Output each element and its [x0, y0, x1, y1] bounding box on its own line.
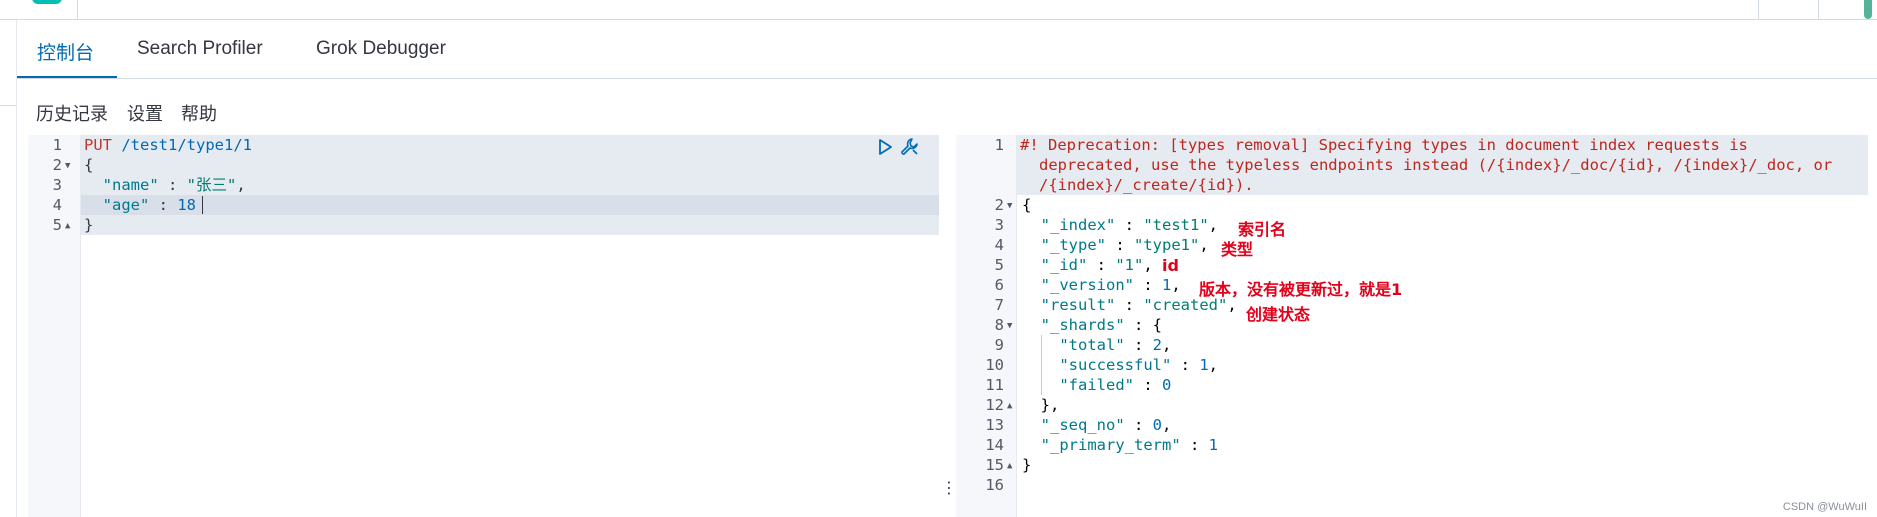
line-number: 4 — [994, 236, 1004, 254]
fold-arrow-up-icon[interactable]: ▲ — [1007, 461, 1012, 471]
annotation-id: id — [1162, 256, 1179, 275]
code-line: { — [84, 156, 94, 174]
code-line: "_index" : "test1", — [1040, 216, 1218, 234]
code-line: "result" : "created", — [1040, 296, 1237, 314]
line-number: 15 — [985, 456, 1004, 474]
code-line: }, — [1040, 396, 1060, 414]
code-line: } — [84, 216, 94, 234]
line-number: 6 — [994, 276, 1004, 294]
code-line: { — [1022, 196, 1032, 214]
deprecation-warning: #! Deprecation: [types removal] Specifyi… — [1020, 136, 1748, 154]
settings-link[interactable]: 设置 — [127, 100, 163, 126]
line-number: 5 — [994, 256, 1004, 274]
request-gutter: 1 2 ▼ 3 4 5 ▲ — [28, 135, 81, 517]
line-number: 1 — [52, 136, 62, 154]
line-number: 2 — [52, 156, 62, 174]
active-tab-indicator — [17, 76, 117, 78]
pane-resize-handle[interactable]: ⋮ — [941, 478, 957, 500]
line-number: 16 — [985, 476, 1004, 494]
line-number: 1 — [994, 136, 1004, 154]
code-line: "_primary_term" : 1 — [1040, 436, 1218, 454]
line-number: 10 — [985, 356, 1004, 374]
play-icon[interactable] — [875, 137, 895, 157]
top-nav-bar — [0, 0, 1877, 20]
scroll-indicator — [1864, 0, 1872, 19]
line-number: 13 — [985, 416, 1004, 434]
request-path: /test1/type1/1 — [121, 136, 252, 154]
line-number: 2 — [994, 196, 1004, 214]
line-number: 5 — [52, 216, 62, 234]
help-link[interactable]: 帮助 — [181, 100, 217, 126]
left-rail — [0, 20, 17, 517]
line-number: 8 — [994, 316, 1004, 334]
fold-arrow-down-icon[interactable]: ▼ — [1007, 201, 1012, 211]
fold-arrow-down-icon[interactable]: ▼ — [65, 161, 70, 171]
code-line: "_seq_no" : 0, — [1040, 416, 1172, 434]
line-number: 9 — [994, 336, 1004, 354]
code-line: "_type" : "type1", — [1040, 236, 1209, 254]
topbar-divider — [1818, 0, 1819, 19]
history-link[interactable]: 历史记录 — [36, 100, 108, 126]
http-method: PUT — [84, 136, 112, 154]
fold-arrow-down-icon[interactable]: ▼ — [1007, 321, 1012, 331]
request-editor[interactable]: 1 2 ▼ 3 4 5 ▲ PUT /test1/type1/1 { "name… — [28, 135, 939, 517]
tab-search-profiler[interactable]: Search Profiler — [137, 38, 263, 60]
app-logo-icon[interactable] — [32, 0, 62, 4]
line-number: 4 — [52, 196, 62, 214]
code-line: } — [1022, 456, 1032, 474]
line-number: 3 — [994, 216, 1004, 234]
code-line: "_shards" : { — [1040, 316, 1163, 334]
request-code[interactable]: PUT /test1/type1/1 { "name" : "张三", "age… — [84, 135, 939, 517]
line-number: 7 — [994, 296, 1004, 314]
deprecation-warning: deprecated, use the typeless endpoints i… — [1039, 156, 1833, 174]
response-gutter: 1 2 ▼ 3 4 5 6 7 8 ▼ 9 10 11 12 ▲ 13 14 1… — [956, 135, 1017, 517]
code-line: "_id" : "1", — [1040, 256, 1153, 274]
wrench-icon[interactable] — [899, 137, 919, 157]
code-line: "name" : "张三", — [102, 176, 246, 194]
code-line: "age" : 18 — [102, 196, 197, 214]
tab-grok-debugger[interactable]: Grok Debugger — [316, 38, 446, 60]
code-line: "_version" : 1, — [1040, 276, 1181, 294]
line-number: 14 — [985, 436, 1004, 454]
request-line: PUT /test1/type1/1 — [84, 135, 939, 155]
text-cursor — [202, 196, 203, 214]
line-number: 3 — [52, 176, 62, 194]
code-line: "successful" : 1, — [1059, 356, 1218, 374]
line-number: 12 — [985, 396, 1004, 414]
fold-arrow-up-icon[interactable]: ▲ — [65, 221, 70, 231]
dev-tools-tabs: 控制台 Search Profiler Grok Debugger — [17, 20, 1877, 79]
watermark: CSDN @WuWuII — [1782, 501, 1867, 513]
response-viewer[interactable]: 1 2 ▼ 3 4 5 6 7 8 ▼ 9 10 11 12 ▲ 13 14 1… — [956, 135, 1868, 517]
response-code[interactable]: #! Deprecation: [types removal] Specifyi… — [1020, 135, 1868, 517]
line-number: 11 — [985, 376, 1004, 394]
topbar-divider — [1758, 0, 1759, 19]
deprecation-warning: /{index}/_create/{id}). — [1039, 176, 1254, 194]
code-line: "total" : 2, — [1059, 336, 1172, 354]
tab-console[interactable]: 控制台 — [37, 38, 94, 65]
code-line: "failed" : 0 — [1059, 376, 1172, 394]
topbar-divider — [77, 0, 78, 19]
fold-arrow-up-icon[interactable]: ▲ — [1007, 401, 1012, 411]
